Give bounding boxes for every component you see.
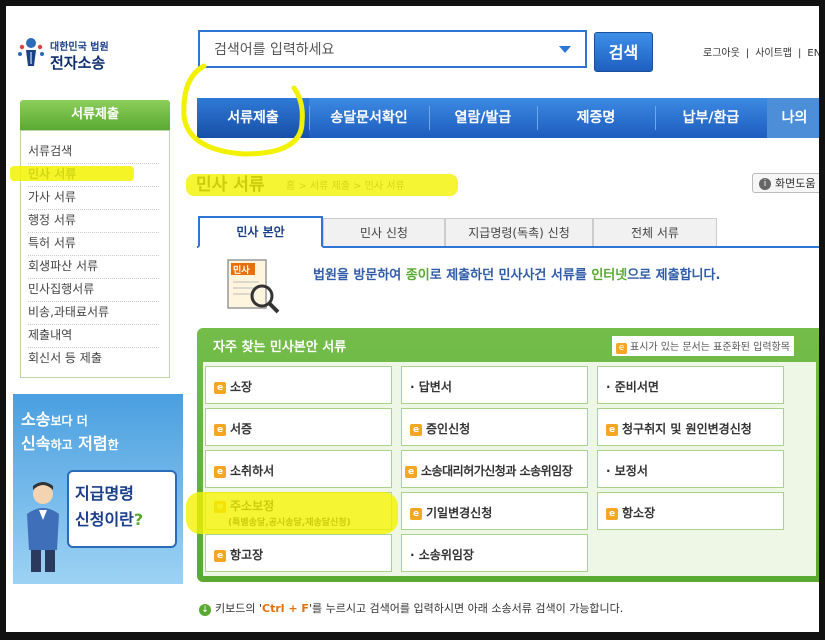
tab-all-documents[interactable]: 전체 서류 <box>593 218 717 246</box>
nav-item-certificates[interactable]: 제증명 <box>537 98 655 138</box>
promo-card-line2: 신청이란? <box>75 510 144 529</box>
panel-title: 자주 찾는 민사본안 서류 <box>213 340 347 355</box>
top-links: 로그아웃 | 사이트맵 | ENGI <box>700 44 819 59</box>
logo-title: 전자소송 <box>50 54 106 72</box>
info-icon: i <box>759 178 771 190</box>
sidebar-title: 서류제출 <box>20 100 170 130</box>
e-form-icon: e <box>606 507 618 520</box>
keyboard-hint: ↓ 키보드의 'Ctrl + F'를 누르시고 검색어를 입력하시면 아래 소송서… <box>199 600 623 616</box>
sidebar-item-document-search[interactable]: 서류검색 <box>28 140 159 164</box>
logout-link[interactable]: 로그아웃 <box>703 48 740 59</box>
search-button[interactable]: 검색 <box>594 32 653 72</box>
doc-power-of-attorney[interactable]: · 소송위임장 <box>401 534 588 572</box>
screen-help-button[interactable]: i 화면도움 <box>752 173 819 193</box>
intro-text: 법원을 방문하여 종이로 제출하던 민사사건 서류를 인터넷으로 제출합니다. <box>313 268 721 283</box>
e-form-icon: e <box>214 423 226 436</box>
sidebar-item-administrative[interactable]: 행정 서류 <box>28 209 159 233</box>
doc-date-change[interactable]: e 기일변경신청 <box>401 492 588 530</box>
nav-item-document-submit[interactable]: 서류제출 <box>197 98 309 138</box>
e-form-icon: e <box>214 549 226 562</box>
doc-answer[interactable]: · 답변서 <box>401 366 588 404</box>
e-form-icon: e <box>405 465 417 478</box>
promo-line1: 소송보다 더 <box>21 410 88 429</box>
doc-appeal[interactable]: e 항소장 <box>597 492 784 530</box>
nav-item-payment-refund[interactable]: 납부/환급 <box>655 98 767 138</box>
promo-card: 지급명령 신청이란? <box>67 470 177 548</box>
page-title: 민사 서류 <box>196 175 265 195</box>
doc-withdrawal[interactable]: e 소취하서 <box>205 450 392 488</box>
breadcrumb: 홈 > 서류 제출 > 민사 서류 <box>286 181 405 192</box>
main-nav: 서류제출 송달문서확인 열람/발급 제증명 납부/환급 나의 <box>197 98 819 138</box>
e-form-icon: e <box>214 381 226 394</box>
doc-address-correction-sub: (특별송달,공시송달,재송달신청) <box>228 518 351 528</box>
promo-line2: 신속하고 저렴한 <box>21 434 119 453</box>
doc-complaint[interactable]: e 소장 <box>205 366 392 404</box>
dropdown-arrow-icon[interactable] <box>559 46 571 53</box>
page: 대한민국 법원 전자소송 검색 로그아웃 | 사이트맵 | ENGI 서류제출 송달문서… <box>6 6 819 632</box>
english-link[interactable]: ENGI <box>807 48 819 59</box>
sidebar-item-civil[interactable]: 민사 서류 <box>28 163 159 187</box>
sidebar-item-patent[interactable]: 특허 서류 <box>28 232 159 256</box>
person-illustration-icon <box>27 482 59 572</box>
payment-order-promo-banner[interactable]: 소송보다 더 신속하고 저렴한 지급명령 신청이란? <box>13 394 183 584</box>
doc-evidence[interactable]: e 서증 <box>205 408 392 446</box>
court-logo[interactable]: 대한민국 법원 전자소송 <box>16 34 126 74</box>
sidebar-item-reply-submit[interactable]: 회신서 등 제출 <box>28 347 159 370</box>
tab-payment-order[interactable]: 지급명령(독촉) 신청 <box>445 218 593 246</box>
sidebar-item-bankruptcy[interactable]: 회생파산 서류 <box>28 255 159 279</box>
sidebar-item-submission-history[interactable]: 제출내역 <box>28 324 159 348</box>
link-separator: | <box>798 48 802 59</box>
nav-item-my[interactable]: 나의 <box>767 98 819 138</box>
sitemap-link[interactable]: 사이트맵 <box>755 48 792 59</box>
e-form-icon: e <box>410 507 422 520</box>
panel-note: e 표시가 있는 문서는 표준화된 입력항목 <box>612 336 794 356</box>
search-box[interactable] <box>198 30 587 68</box>
screen-help-label: 화면도움 <box>775 177 816 190</box>
sidebar-item-non-contentious[interactable]: 비송,과태료서류 <box>28 301 159 325</box>
e-form-icon: e <box>214 500 226 513</box>
doc-witness-request[interactable]: e 증인신청 <box>401 408 588 446</box>
doc-complaint-appeal[interactable]: e 항고장 <box>205 534 392 572</box>
e-form-icon: e <box>410 423 422 436</box>
doc-amendment[interactable]: · 보정서 <box>597 450 784 488</box>
nav-item-view-issue[interactable]: 열람/발급 <box>429 98 537 138</box>
document-magnifier-icon: 민사 <box>227 259 280 314</box>
doc-attorney-permission[interactable]: e 소송대리허가신청과 소송위임장 <box>401 450 588 488</box>
e-form-icon: e <box>214 465 226 478</box>
nav-item-delivery-check[interactable]: 송달문서확인 <box>309 98 429 138</box>
arrow-down-icon: ↓ <box>199 604 211 616</box>
civil-icon-text: 민사 <box>233 264 250 276</box>
tab-civil-application[interactable]: 민사 신청 <box>323 218 445 246</box>
sidebar-item-family[interactable]: 가사 서류 <box>28 186 159 210</box>
tab-civil-main[interactable]: 민사 본안 <box>198 216 323 248</box>
doc-address-correction[interactable]: e 주소보정 (특별송달,공시송달,재송달신청) <box>205 492 392 530</box>
sidebar-item-civil-execution[interactable]: 민사집행서류 <box>28 278 159 302</box>
doc-claim-change[interactable]: e 청구취지 및 원인변경신청 <box>597 408 784 446</box>
search-input[interactable] <box>212 40 546 58</box>
link-separator: | <box>745 48 750 59</box>
promo-card-line1: 지급명령 <box>75 484 134 503</box>
e-form-icon: e <box>616 343 627 354</box>
court-emblem-icon <box>18 38 44 66</box>
e-form-icon: e <box>606 423 618 436</box>
doc-preparatory-brief[interactable]: · 준비서면 <box>597 366 784 404</box>
logo-subtitle: 대한민국 법원 <box>50 42 109 53</box>
